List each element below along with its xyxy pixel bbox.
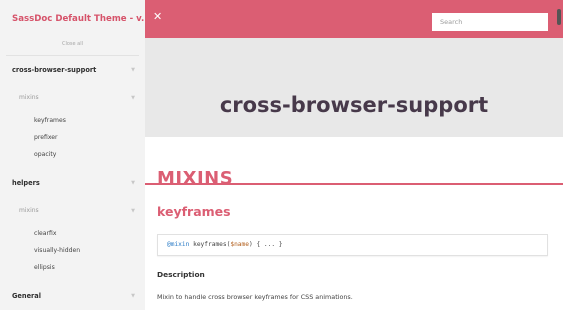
sidebar-item-opacity[interactable]: opacity bbox=[0, 146, 145, 163]
subgroup-label: mixins bbox=[19, 94, 39, 101]
section-heading-mixins: MIXINS bbox=[157, 168, 234, 189]
sidebar-subgroup-mixins[interactable]: mixins ▼ bbox=[0, 84, 145, 112]
code-keyword: @mixin bbox=[167, 241, 190, 248]
caret-icon: ▼ bbox=[131, 208, 135, 214]
sassdoc-app: SassDoc Default Theme - v... Close all c… bbox=[0, 0, 563, 310]
banner: cross-browser-support bbox=[145, 38, 563, 138]
caret-icon: ▼ bbox=[131, 95, 135, 101]
close-icon[interactable]: ✕ bbox=[153, 11, 162, 23]
caret-icon: ▼ bbox=[131, 293, 135, 299]
group-label: helpers bbox=[12, 179, 40, 187]
topbar: ✕ bbox=[145, 0, 563, 38]
main-content: MIXINS keyframes @mixin keyframes($name)… bbox=[145, 137, 563, 310]
caret-icon: ▼ bbox=[131, 180, 135, 186]
sidebar-header: SassDoc Default Theme - v... bbox=[0, 0, 145, 37]
sidebar-group-cross-browser-support[interactable]: cross-browser-support ▼ bbox=[0, 56, 145, 84]
sidebar-group-general[interactable]: General ▼ bbox=[0, 282, 145, 310]
sidebar-item-visually-hidden[interactable]: visually-hidden bbox=[0, 242, 145, 259]
sidebar-item-clearfix[interactable]: clearfix bbox=[0, 225, 145, 242]
description-text: Mixin to handle cross browser keyframes … bbox=[157, 293, 353, 301]
code-name: keyframes( bbox=[193, 241, 231, 248]
close-all-button[interactable]: Close all bbox=[0, 37, 145, 55]
sidebar-item-prefixer[interactable]: prefixer bbox=[0, 129, 145, 146]
sidebar-subgroup-mixins[interactable]: mixins ▼ bbox=[0, 197, 145, 225]
code-param: $name bbox=[230, 241, 249, 248]
caret-icon: ▼ bbox=[131, 67, 135, 73]
code-signature: @mixin keyframes($name) { ... } bbox=[157, 234, 548, 256]
sidebar-item-keyframes[interactable]: keyframes bbox=[0, 112, 145, 129]
section-divider bbox=[145, 183, 563, 185]
sidebar-title[interactable]: SassDoc Default Theme - v... bbox=[12, 14, 145, 24]
sidebar-group-helpers[interactable]: helpers ▼ bbox=[0, 169, 145, 197]
subgroup-label: mixins bbox=[19, 207, 39, 214]
scrollbar-thumb[interactable] bbox=[557, 9, 561, 25]
search-input[interactable] bbox=[432, 13, 548, 31]
group-label: General bbox=[12, 292, 42, 300]
code-rest: ) { ... } bbox=[249, 241, 283, 248]
description-heading: Description bbox=[157, 270, 205, 279]
item-title-keyframes[interactable]: keyframes bbox=[157, 205, 231, 219]
group-label: cross-browser-support bbox=[12, 66, 97, 74]
sidebar-item-ellipsis[interactable]: ellipsis bbox=[0, 259, 145, 276]
sidebar: SassDoc Default Theme - v... Close all c… bbox=[0, 0, 146, 310]
